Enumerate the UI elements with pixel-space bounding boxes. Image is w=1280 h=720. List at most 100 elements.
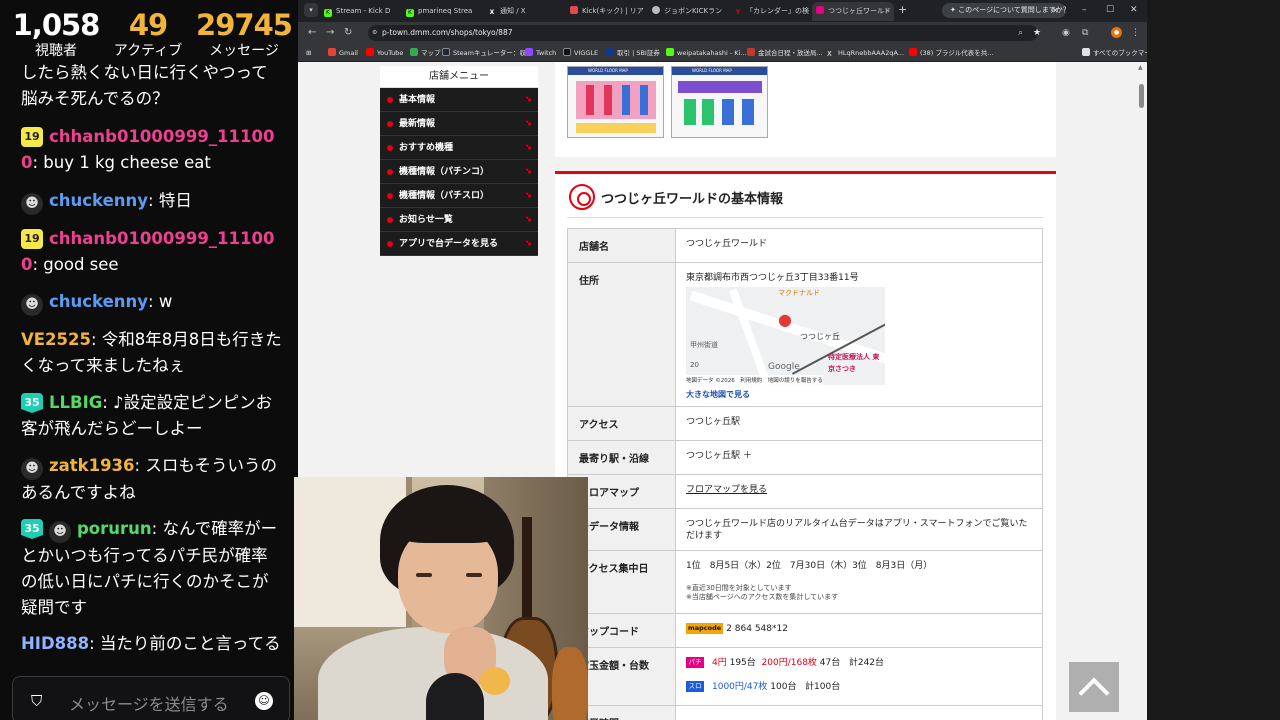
subscriber-badge: 19 [21,127,43,147]
bookmark-item[interactable]: YouTube [366,47,403,59]
arrow-icon: ↘ [524,167,532,177]
subscriber-badge: 35 [21,519,43,539]
menu-item-latest[interactable]: 最新情報 ↘ [380,112,538,136]
apps-grid-icon[interactable]: ⊞ [306,47,311,59]
menu-kebab-icon[interactable]: ⋮ [1131,26,1140,40]
ask-about-page-button[interactable]: ✦ このページについて質問しますか？ [942,3,1070,18]
bullet-icon [387,169,393,175]
floor-map-header: WORLD FLOOR MAP [672,67,767,75]
browser-tab[interactable]: Kick(キック) | リア [566,2,646,21]
browser-tab[interactable]: Kpmarineq Strea [402,2,482,21]
emoji-icon[interactable]: ☺ [255,692,273,710]
viewer-count: 1,058 視聴者 [10,8,102,60]
chat-username[interactable]: chuckenny [49,292,148,311]
back-to-top-button[interactable] [1069,662,1119,712]
bookmark-item[interactable]: Twitch [525,47,556,59]
browser-tab[interactable]: X 通知 / X [484,2,564,21]
tab-search-button[interactable]: ▾ [304,3,318,17]
chat-username[interactable]: HID888 [21,634,89,653]
table-row: 最寄り駅・沿線 つつじヶ丘駅 ＋ [567,440,1043,475]
floor-area [576,123,656,133]
arrow-icon: ↘ [524,215,532,225]
floor-map-thumbnail[interactable]: WORLD FLOOR MAP [567,66,664,138]
chat-username[interactable]: chuckenny [49,191,148,210]
embedded-map[interactable]: 甲州街道 20 マクドナルド ● つつじヶ丘 特定医療法人 東京さつき Goog… [686,287,885,385]
table-row: 住所 東京都調布市西つつじヶ丘3丁目33番11号 甲州街道 20 マクドナルド … [567,262,1043,407]
bookmark-label: マップ [421,49,441,57]
reload-icon[interactable]: ↻ [344,26,352,40]
window-close-icon[interactable]: ✕ [1130,3,1138,17]
zoom-icon[interactable]: ⌕ [1018,26,1023,40]
browser-tab-active[interactable]: つつじヶ丘ワールド ✕ [812,2,894,21]
forward-arrow-icon[interactable]: → [326,26,334,40]
kick-icon: K [324,9,332,17]
chat-message-list[interactable]: したら熱くない日に行くやつって脳みそ死んでるの？ 19 chhanb0100099… [0,64,298,664]
user-avatar-icon: ☻ [21,193,43,215]
tab-title: pmarineq Strea [418,7,473,15]
all-bookmarks-folder[interactable]: すべてのブックマーク [1082,47,1147,59]
shield-icon[interactable]: ⛉ [31,692,49,710]
menu-item-basic-info[interactable]: 基本情報 ↘ [380,88,538,112]
chat-username[interactable]: VE2525 [21,330,91,349]
webcam-feed [294,477,588,720]
clinic-label: 特定医療法人 東京さつき [828,353,880,373]
scrollbar-thumb[interactable] [1139,84,1144,108]
menu-item-news[interactable]: お知らせ一覧 ↘ [380,208,538,232]
bookmark-item[interactable]: weipatakahashi - Ki... [666,47,747,59]
menu-item-pachislot[interactable]: 機種情報（パチスロ） ↘ [380,184,538,208]
floor-area [640,85,648,115]
maximize-icon[interactable]: ☐ [1106,3,1114,17]
chat-message-text: 特日 [158,191,192,210]
site-info-icon[interactable]: ⚙ [372,29,379,36]
large-map-link[interactable]: 大きな地図で見る [686,389,1032,401]
floor-map-header-text: WORLD FLOOR MAP [588,68,628,73]
station-label: つつじヶ丘 [800,332,840,341]
arrow-icon: ↘ [524,119,532,129]
subscriber-badge: 35 [21,393,43,413]
calendar-icon: Y [735,9,741,16]
chat-username[interactable]: zatk1936 [49,456,135,475]
chat-message-input[interactable]: ⛉ メッセージを送信する ☺ [12,676,290,720]
new-tab-button[interactable]: + [898,3,907,17]
menu-item-pachinko[interactable]: 機種情報（パチンコ） ↘ [380,160,538,184]
chat-message: ☻ chuckenny: 特日 [21,188,283,215]
menu-item-app-data[interactable]: アプリで台データを見る ↘ [380,232,538,256]
bookmark-item[interactable]: 金試合日程・放送局... [747,47,823,59]
hours-cell [675,705,1043,720]
extensions-icon[interactable]: ⧉ [1082,26,1088,40]
bookmark-item[interactable]: マップ [410,47,441,59]
bookmark-item[interactable]: VIGGLE [563,47,598,59]
address-cell: 東京都調布市西つつじヶ丘3丁目33番11号 甲州街道 20 マクドナルド ● つ… [675,262,1043,407]
back-arrow-icon[interactable]: ← [308,26,316,40]
bookmark-label: 取引 | SBI証券 [617,49,660,57]
nearest-station[interactable]: つつじヶ丘駅 ＋ [675,440,1043,475]
close-tab-icon[interactable]: ✕ [884,2,890,21]
profile-avatar[interactable]: ● [1111,27,1122,38]
browser-tab[interactable]: K Stream - Kick D [320,2,400,21]
route-number-label: 20 [690,361,699,369]
bookmark-item[interactable]: Gmail [328,47,358,59]
table-row: マップコード mapcode 2 864 548*12 [567,613,1043,648]
scroll-up-arrow-icon[interactable]: ▲ [1138,64,1143,71]
bookmark-item[interactable]: (38) ブラジル代表を共... [909,47,993,59]
bookmark-item[interactable]: Steamキュレーター：収... [442,47,532,59]
menu-item-recommended[interactable]: おすすめ機種 ↘ [380,136,538,160]
browser-tab[interactable]: ジョボンKICKラン [648,2,728,21]
bookmark-star-icon[interactable]: ★ [1033,26,1041,40]
chat-username[interactable]: LLBIG [49,393,102,412]
bookmark-item[interactable]: 取引 | SBI証券 [606,47,660,59]
address-bar[interactable]: ⚙ p-town.dmm.com/shops/tokyo/887 ⌕ ★ [368,25,1041,41]
page-scrollbar[interactable]: ▲ [1136,62,1147,720]
store-name: つつじヶ丘ワールド [675,228,1043,263]
floor-map-thumbnail[interactable]: WORLD FLOOR MAP [671,66,768,138]
close-icon[interactable]: ✕ [1052,3,1059,18]
floor-map-header-text: WORLD FLOOR MAP [692,68,732,73]
minimize-icon[interactable]: – [1082,3,1087,17]
bookmark-item[interactable]: X HLqRnebbAAA2qA... [827,47,904,59]
chat-username[interactable]: porurun [77,519,152,538]
media-icon[interactable]: ◉ [1062,26,1070,40]
floor-map-link[interactable]: フロアマップを見る [686,485,767,495]
basic-info-table: 店舗名 つつじヶ丘ワールド 住所 東京都調布市西つつじヶ丘3丁目33番11号 甲… [567,228,1043,720]
section-ring-icon [569,184,595,210]
browser-tab[interactable]: Y 「カレンダー」の検 [730,2,810,21]
